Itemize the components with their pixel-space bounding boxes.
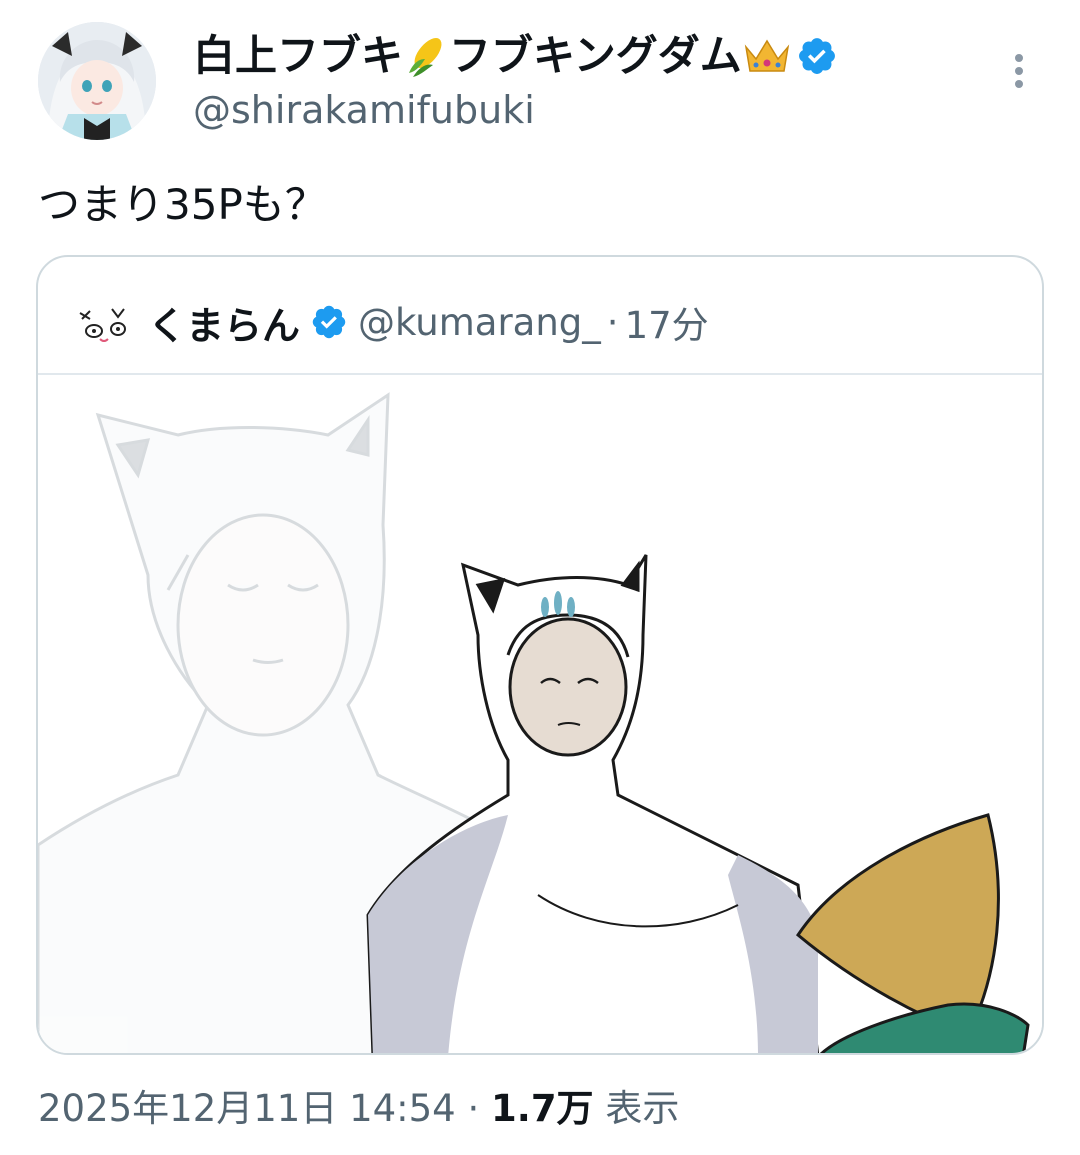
quoted-media-image[interactable] xyxy=(38,375,1042,1053)
quoted-author-avatar[interactable] xyxy=(74,297,132,347)
quoted-display-name[interactable]: くまらん xyxy=(148,295,300,350)
verified-badge-icon xyxy=(796,35,838,77)
quoted-tweet-card[interactable]: くまらん @kumarang_ · 17分 xyxy=(36,255,1044,1055)
quoted-tweet-header: くまらん @kumarang_ · 17分 xyxy=(74,295,709,350)
dot-icon xyxy=(1015,80,1023,88)
dot-icon xyxy=(1015,67,1023,75)
tweet-text: つまり35Pも？ xyxy=(38,180,327,229)
views-label: 表示 xyxy=(605,1087,680,1130)
quoted-timestamp[interactable]: 17分 xyxy=(625,295,709,349)
tweet-meta: 2025年12月11日 14:54 · 1.7万 表示 xyxy=(38,1085,679,1133)
author-name-suffix: フブキングダム xyxy=(449,31,742,80)
views-count: 1.7万 xyxy=(491,1087,594,1130)
anime-girl-avatar-image xyxy=(38,22,156,140)
separator-dot: · xyxy=(467,1087,480,1130)
author-avatar[interactable] xyxy=(38,22,156,140)
more-options-icon[interactable] xyxy=(1004,50,1034,90)
author-name-text: 白上フブキ xyxy=(193,31,404,80)
verified-badge-icon xyxy=(310,303,348,341)
quoted-handle[interactable]: @kumarang_ xyxy=(358,301,601,344)
dot-icon xyxy=(1015,54,1023,62)
separator-dot: · xyxy=(606,300,619,344)
author-display-name[interactable]: 白上フブキ フブキングダム xyxy=(193,30,838,82)
tweet-date[interactable]: 2025年12月11日 14:54 xyxy=(38,1087,456,1130)
face-doodle-avatar-icon xyxy=(79,308,126,342)
crown-emoji-icon xyxy=(742,33,789,79)
author-handle[interactable]: @shirakamifubuki xyxy=(193,86,535,134)
corn-emoji-icon xyxy=(403,33,449,79)
illustration-cat-hood-man xyxy=(38,392,1030,1053)
